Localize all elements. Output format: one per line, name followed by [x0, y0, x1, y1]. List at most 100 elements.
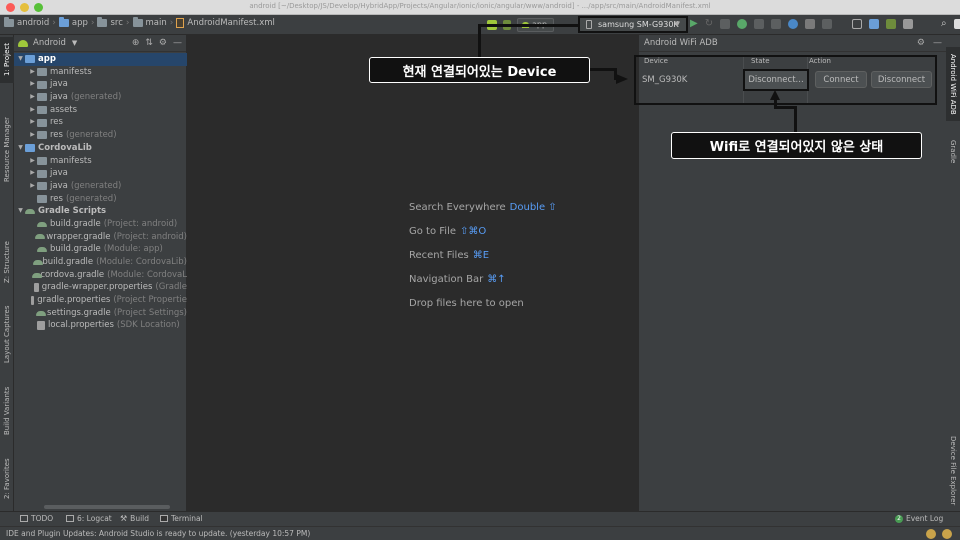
chevron-down-icon[interactable]: ▼: [16, 142, 25, 155]
chevron-down-icon[interactable]: ▼: [16, 205, 25, 218]
status-message[interactable]: IDE and Plugin Updates: Android Studio i…: [6, 529, 310, 538]
generated-folder-icon: [37, 93, 47, 102]
tab-logcat[interactable]: 6: Logcat: [66, 514, 112, 523]
locate-icon[interactable]: ⊕: [132, 38, 140, 48]
chevron-down-icon: ▼: [674, 20, 680, 28]
user-icon[interactable]: [953, 18, 960, 29]
tree-item-label: app: [38, 54, 56, 64]
sdk-manager-icon[interactable]: [886, 18, 896, 29]
profile-icon[interactable]: [771, 18, 782, 29]
tree-item[interactable]: ▶ java: [14, 78, 187, 91]
collapse-all-icon[interactable]: ⇅: [145, 38, 153, 48]
tab-resource-manager[interactable]: Resource Manager: [0, 97, 14, 201]
tab-gradle[interactable]: Gradle: [946, 135, 960, 169]
tree-item[interactable]: ▼ app: [14, 53, 187, 66]
tree-item-label: cordova.gradle: [40, 269, 105, 280]
terminal-icon: [160, 515, 168, 522]
tab-android-wifi-adb[interactable]: Android WiFi ADB: [946, 47, 960, 121]
tab-build-variants[interactable]: Build Variants: [0, 379, 14, 443]
breadcrumb-manifest[interactable]: AndroidManifest.xml: [187, 18, 275, 28]
tree-item[interactable]: ▶ res (generated): [14, 129, 187, 142]
folder-icon: [97, 17, 108, 27]
tree-item[interactable]: ▶ res: [14, 116, 187, 129]
tree-item-hint: (Module: CordovaLib): [96, 257, 187, 267]
tab-todo[interactable]: TODO: [20, 514, 53, 523]
tree-item[interactable]: build.gradle (Module: CordovaLib): [14, 256, 187, 269]
chevron-right-icon[interactable]: ▶: [28, 91, 37, 104]
tab-project[interactable]: 1: Project: [0, 37, 14, 83]
folder-icon: [37, 156, 47, 165]
stop-icon[interactable]: [805, 18, 816, 29]
tab-device-file-explorer[interactable]: Device File Explorer: [946, 433, 960, 509]
tree-item[interactable]: ▶ assets: [14, 104, 187, 117]
tab-terminal[interactable]: Terminal: [160, 514, 203, 523]
tab-favorites[interactable]: 2: Favorites: [0, 449, 14, 509]
avd-manager-icon[interactable]: [869, 18, 879, 29]
tree-item-hint: (generated): [70, 180, 122, 191]
apply-code-changes-icon[interactable]: [720, 18, 731, 29]
breadcrumb-main[interactable]: main: [146, 18, 167, 28]
tab-label: 6: Logcat: [77, 514, 112, 523]
tree-item-hint: (Gradle: [155, 282, 187, 293]
tree-item-label: res: [50, 117, 63, 128]
wifi-adb-title: Android WiFi ADB: [644, 38, 718, 48]
editor-empty-area[interactable]: Search Everywhere Double ⇧ Go to File ⇧⌘O …: [187, 35, 638, 511]
breadcrumb-src[interactable]: src: [110, 18, 122, 28]
project-structure-icon[interactable]: [903, 18, 913, 29]
chevron-right-icon[interactable]: ▶: [28, 66, 37, 79]
left-tool-stripe: 1: Project Resource Manager Z: Structure…: [0, 35, 14, 511]
tree-item-label: build.gradle: [50, 218, 101, 229]
tree-item[interactable]: res (generated): [14, 193, 187, 206]
chevron-right-icon[interactable]: ▶: [28, 155, 37, 168]
debug-icon[interactable]: [737, 18, 748, 29]
tree-item[interactable]: ▶ manifests: [14, 66, 187, 79]
feedback-face-icon[interactable]: [942, 529, 952, 539]
hint-shortcut: ⇧⌘O: [460, 226, 487, 237]
tree-item[interactable]: gradle-wrapper.properties (Gradle: [14, 281, 187, 294]
tree-item[interactable]: ▶ java (generated): [14, 180, 187, 193]
breadcrumb-android[interactable]: android: [17, 18, 49, 28]
hide-panel-icon[interactable]: —: [173, 38, 182, 48]
horizontal-scrollbar[interactable]: [44, 505, 170, 509]
hide-panel-icon[interactable]: —: [933, 38, 942, 48]
tree-item[interactable]: ▼ Gradle Scripts: [14, 205, 187, 218]
chevron-right-icon[interactable]: ▶: [28, 104, 37, 117]
breadcrumb-app[interactable]: app: [72, 18, 88, 28]
tree-item[interactable]: local.properties (SDK Location): [14, 319, 187, 332]
tree-item[interactable]: cordova.gradle (Module: CordovaL: [14, 269, 187, 282]
chevron-down-icon[interactable]: ▼: [16, 53, 25, 66]
project-view-mode-select[interactable]: Android: [33, 38, 66, 48]
attach-debugger-icon[interactable]: [788, 18, 799, 29]
tab-layout-captures[interactable]: Layout Captures: [0, 299, 14, 369]
chevron-right-icon[interactable]: ▶: [28, 167, 37, 180]
gear-icon[interactable]: ⚙: [159, 38, 167, 48]
gradle-icon: [32, 271, 43, 280]
tab-event-log[interactable]: 2 Event Log: [895, 514, 943, 523]
run-icon[interactable]: ▶: [690, 18, 698, 29]
chevron-right-icon[interactable]: ▶: [28, 180, 37, 193]
tree-item[interactable]: gradle.properties (Project Propertie: [14, 294, 187, 307]
tree-item[interactable]: build.gradle (Module: app): [14, 243, 187, 256]
tree-item[interactable]: ▶ java: [14, 167, 187, 180]
tree-item[interactable]: build.gradle (Project: android): [14, 218, 187, 231]
tree-item[interactable]: ▶ manifests: [14, 155, 187, 168]
coverage-icon[interactable]: [754, 18, 765, 29]
chevron-right-icon[interactable]: ▶: [28, 116, 37, 129]
chevron-down-icon[interactable]: ▼: [72, 39, 77, 47]
event-face-icon[interactable]: [926, 529, 936, 539]
layout-inspector-icon[interactable]: [852, 18, 862, 29]
search-icon[interactable]: ⌕: [941, 18, 947, 29]
chevron-right-icon[interactable]: ▶: [28, 129, 37, 142]
apply-changes-icon[interactable]: ↻: [705, 18, 713, 29]
tree-item[interactable]: ▼ CordovaLib: [14, 142, 187, 155]
tree-item[interactable]: settings.gradle (Project Settings): [14, 307, 187, 320]
tab-build[interactable]: ⚒ Build: [120, 514, 149, 523]
sync-gradle-icon[interactable]: [822, 18, 833, 29]
device-select[interactable]: samsung SM-G930K ▼: [578, 16, 688, 33]
chevron-right-icon[interactable]: ▶: [28, 78, 37, 91]
tree-item-label: java: [50, 92, 68, 103]
tree-item[interactable]: ▶ java (generated): [14, 91, 187, 104]
tab-structure[interactable]: Z: Structure: [0, 231, 14, 293]
gear-icon[interactable]: ⚙: [917, 38, 925, 48]
tree-item[interactable]: wrapper.gradle (Project: android): [14, 231, 187, 244]
